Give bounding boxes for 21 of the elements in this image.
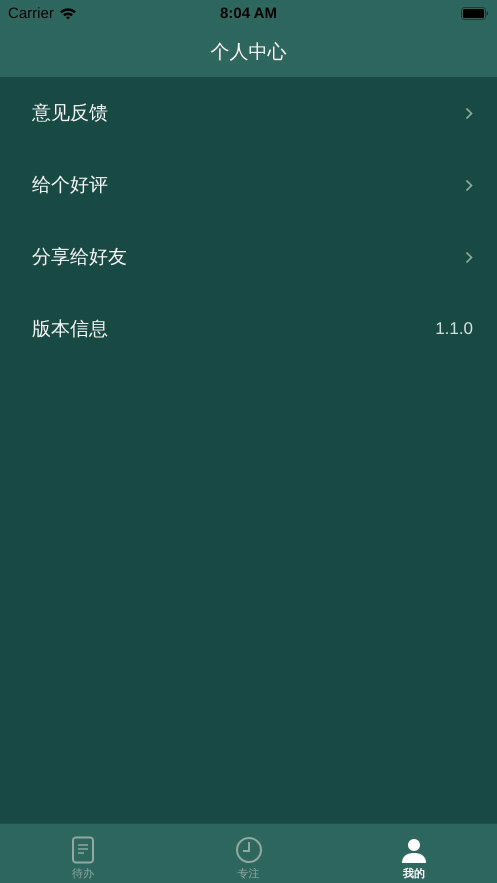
menu-label: 给个好评: [32, 173, 109, 198]
menu-item[interactable]: 版本信息 1.1.0: [0, 293, 497, 365]
nav-title: 个人中心: [210, 40, 286, 64]
chevron-icon: [465, 106, 473, 120]
wifi-icon: [58, 6, 77, 20]
version-value: 1.1.0: [435, 319, 473, 339]
document-icon: [70, 836, 95, 864]
menu-label: 分享给好友: [32, 245, 128, 270]
menu-item[interactable]: 分享给好友: [0, 221, 497, 293]
clock-icon: [234, 836, 262, 864]
carrier-label: Carrier: [8, 4, 54, 22]
menu-label: 版本信息: [32, 317, 109, 342]
battery-icon: [461, 6, 489, 20]
menu-item[interactable]: 给个好评: [0, 149, 497, 221]
chevron-icon: [465, 250, 473, 264]
tab-bar-item[interactable]: 我的: [331, 824, 497, 883]
person-icon: [401, 838, 428, 864]
menu-item[interactable]: 意见反馈: [0, 77, 497, 149]
chevron-icon: [465, 178, 473, 192]
menu-label: 意见反馈: [32, 101, 109, 126]
status-time: 8:04 AM: [220, 4, 277, 22]
